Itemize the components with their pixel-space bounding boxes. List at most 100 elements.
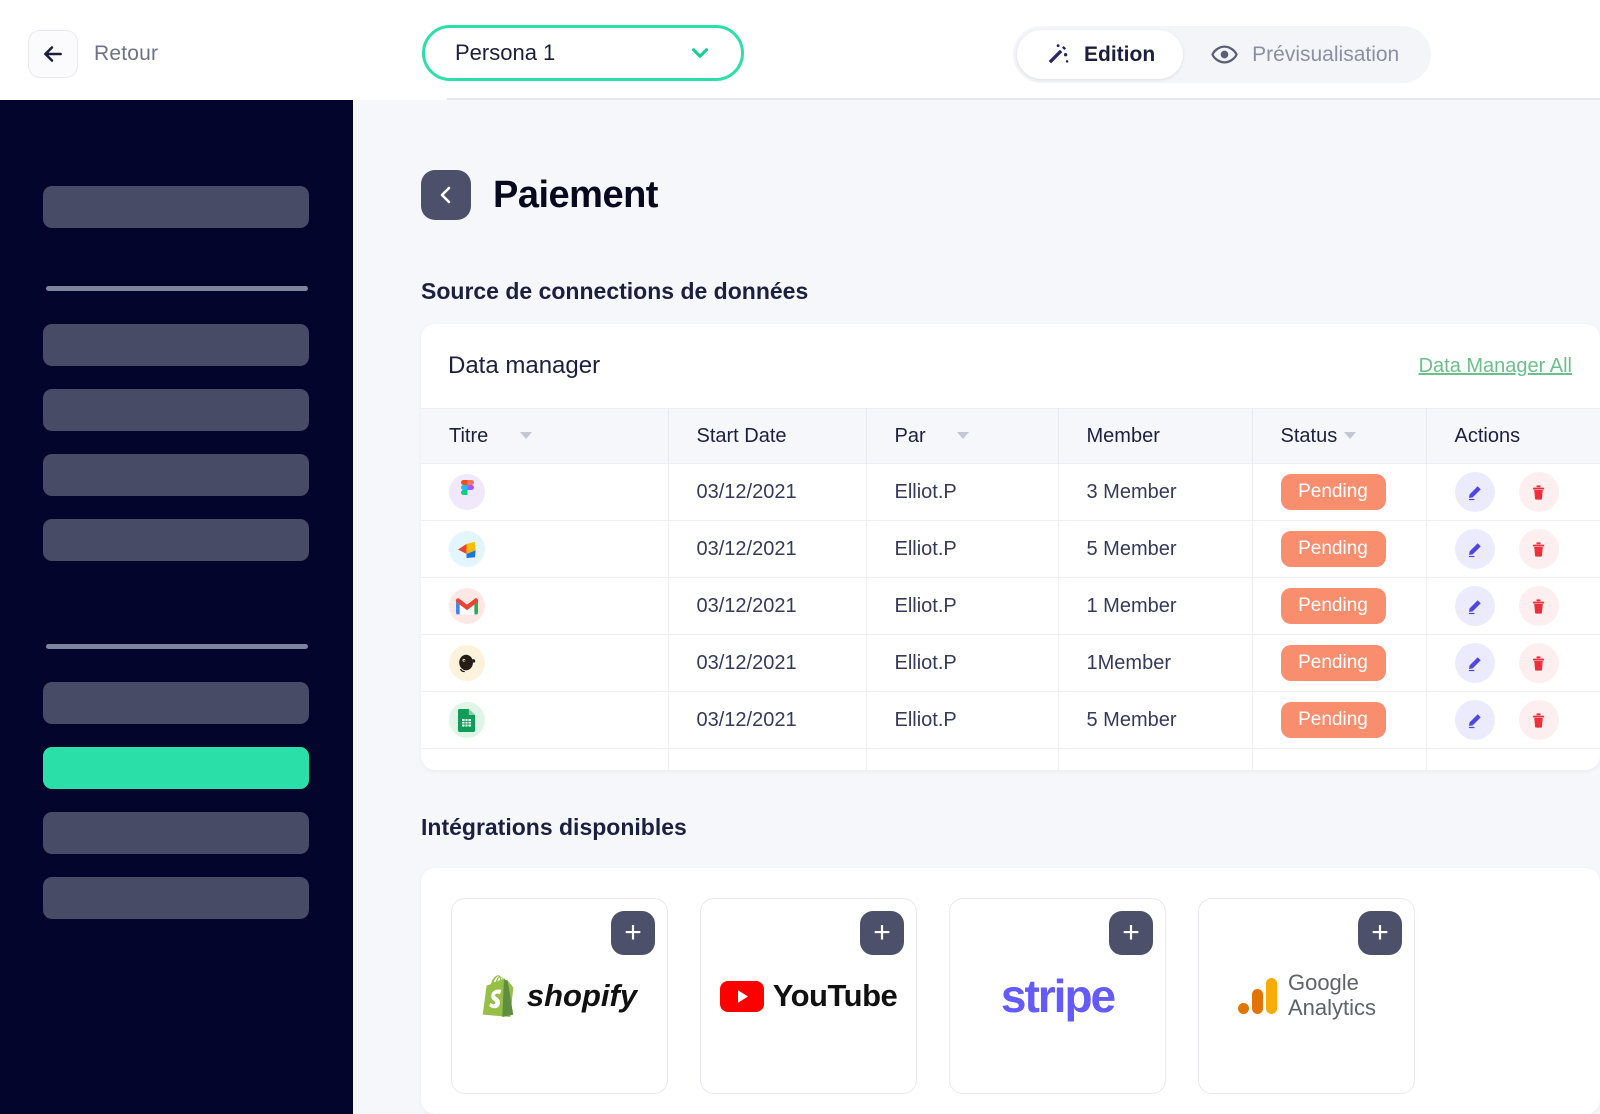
status-badge: Pending <box>1280 531 1386 567</box>
delete-row-button[interactable] <box>1518 529 1559 569</box>
integration-card-shopify[interactable]: + shopify <box>451 898 668 1094</box>
table-row[interactable]: 03/12/2021 Elliot.P 3 Member Pending <box>421 463 1600 521</box>
sidebar-item-5[interactable] <box>43 519 309 561</box>
table-row[interactable]: 03/12/2021 Elliot.P 5 Member Pending <box>421 691 1600 749</box>
table-row[interactable]: 03/12/2021 Elliot.P 1 Member Pending <box>421 577 1600 635</box>
sidebar-item-1[interactable] <box>43 186 309 228</box>
persona-select[interactable]: Persona 1 <box>422 25 744 81</box>
sidebar-item-9[interactable] <box>43 877 309 919</box>
sort-caret-icon[interactable] <box>957 431 970 439</box>
status-badge: Pending <box>1280 645 1386 681</box>
delete-row-button[interactable] <box>1518 586 1559 626</box>
cell-empty <box>421 748 668 770</box>
trash-icon <box>1532 712 1545 728</box>
cell-titre <box>421 634 668 692</box>
integration-card-google-analytics[interactable]: + Google Analytics <box>1198 898 1415 1094</box>
tab-previsualisation[interactable]: Prévisualisation <box>1183 30 1427 79</box>
tab-edition[interactable]: Edition <box>1017 30 1184 79</box>
status-badge: Pending <box>1280 474 1386 510</box>
page-title: Paiement <box>493 173 658 216</box>
column-label-actions: Actions <box>1454 424 1521 447</box>
add-integration-button[interactable]: + <box>860 911 904 955</box>
sidebar-item-6[interactable] <box>43 682 309 724</box>
column-header-par[interactable]: Par <box>865 408 1058 464</box>
google-analytics-icon <box>1237 978 1277 1014</box>
figma-icon <box>449 474 485 510</box>
add-integration-button[interactable]: + <box>1358 911 1402 955</box>
page-back-button[interactable] <box>421 170 471 220</box>
sidebar-divider-1 <box>46 286 308 291</box>
table-body: 03/12/2021 Elliot.P 3 Member Pending 03/… <box>421 463 1600 770</box>
section-title-data-sources: Source de connections de données <box>421 278 809 304</box>
google-analytics-wordmark: Google Analytics <box>1287 970 1377 1020</box>
back-label: Retour <box>94 42 159 65</box>
sidebar-item-8[interactable] <box>43 812 309 854</box>
table-row-empty <box>421 748 1600 770</box>
edit-row-button[interactable] <box>1454 529 1495 569</box>
status-badge: Pending <box>1280 588 1386 624</box>
cell-start-date: 03/12/2021 <box>667 691 866 749</box>
youtube-icon <box>719 980 764 1012</box>
sort-caret-icon[interactable] <box>1343 431 1356 439</box>
back-button[interactable] <box>28 30 78 78</box>
chevron-left-icon <box>440 186 451 204</box>
sort-caret-icon[interactable] <box>519 431 532 439</box>
back-navigation: Retour <box>28 30 158 78</box>
cell-titre <box>421 577 668 635</box>
table-header-row: Titre Start Date Par Member Status Actio… <box>421 408 1600 464</box>
cell-par: Elliot.P <box>865 577 1058 635</box>
google-analytics-logo: Google Analytics <box>1237 970 1377 1020</box>
table-row[interactable]: 03/12/2021 Elliot.P 5 Member Pending <box>421 520 1600 578</box>
cell-empty <box>1251 748 1426 770</box>
section-title-integrations: Intégrations disponibles <box>421 814 687 840</box>
gmail-icon <box>449 588 485 624</box>
cell-status: Pending <box>1251 520 1426 578</box>
delete-row-button[interactable] <box>1518 472 1559 512</box>
pencil-icon <box>1468 599 1481 614</box>
cell-member: 3 Member <box>1057 463 1252 521</box>
table-row[interactable]: 03/12/2021 Elliot.P 1Member Pending <box>421 634 1600 692</box>
cell-empty <box>667 748 866 770</box>
integration-card-stripe[interactable]: + stripe <box>949 898 1166 1094</box>
column-header-titre[interactable]: Titre <box>421 408 668 464</box>
mode-toggle: Edition Prévisualisation <box>1013 26 1432 83</box>
youtube-wordmark: YouTube <box>772 978 898 1013</box>
cell-par: Elliot.P <box>865 634 1058 692</box>
sidebar-item-4[interactable] <box>43 454 309 496</box>
add-integration-button[interactable]: + <box>1109 911 1153 955</box>
chevron-down-icon <box>691 48 709 58</box>
cell-empty <box>1057 748 1252 770</box>
magic-wand-icon <box>1048 44 1069 64</box>
cell-start-date: 03/12/2021 <box>667 577 866 635</box>
add-integration-button[interactable]: + <box>611 911 655 955</box>
trash-icon <box>1532 655 1545 671</box>
edit-row-button[interactable] <box>1454 643 1495 683</box>
edit-row-button[interactable] <box>1454 700 1495 740</box>
tab-previsualisation-label: Prévisualisation <box>1252 42 1400 66</box>
data-manager-all-link[interactable]: Data Manager All <box>1419 355 1572 378</box>
column-label-member: Member <box>1086 424 1160 447</box>
column-header-start-date[interactable]: Start Date <box>667 408 866 464</box>
data-manager-table: Titre Start Date Par Member Status Actio… <box>421 408 1600 770</box>
sidebar-item-3[interactable] <box>43 389 309 431</box>
edit-row-button[interactable] <box>1454 472 1495 512</box>
integration-card-youtube[interactable]: + YouTube <box>700 898 917 1094</box>
sidebar-item-active[interactable] <box>43 747 309 789</box>
cell-start-date: 03/12/2021 <box>667 634 866 692</box>
data-manager-title: Data manager <box>448 352 601 379</box>
delete-row-button[interactable] <box>1518 643 1559 683</box>
main-content: Paiement Source de connections de donnée… <box>353 100 1600 1114</box>
column-header-actions[interactable]: Actions <box>1425 408 1600 464</box>
delete-row-button[interactable] <box>1518 700 1559 740</box>
page-header: Paiement <box>421 170 658 220</box>
cell-status: Pending <box>1251 691 1426 749</box>
sidebar-item-2[interactable] <box>43 324 309 366</box>
column-header-status[interactable]: Status <box>1251 408 1426 464</box>
data-manager-card: Data manager Data Manager All Titre Star… <box>421 324 1600 770</box>
edit-row-button[interactable] <box>1454 586 1495 626</box>
column-header-member[interactable]: Member <box>1057 408 1252 464</box>
integrations-card: + shopify + YouTube + stripe + Google An… <box>421 868 1600 1114</box>
cell-status: Pending <box>1251 577 1426 635</box>
cell-par: Elliot.P <box>865 463 1058 521</box>
eye-icon <box>1211 45 1238 64</box>
